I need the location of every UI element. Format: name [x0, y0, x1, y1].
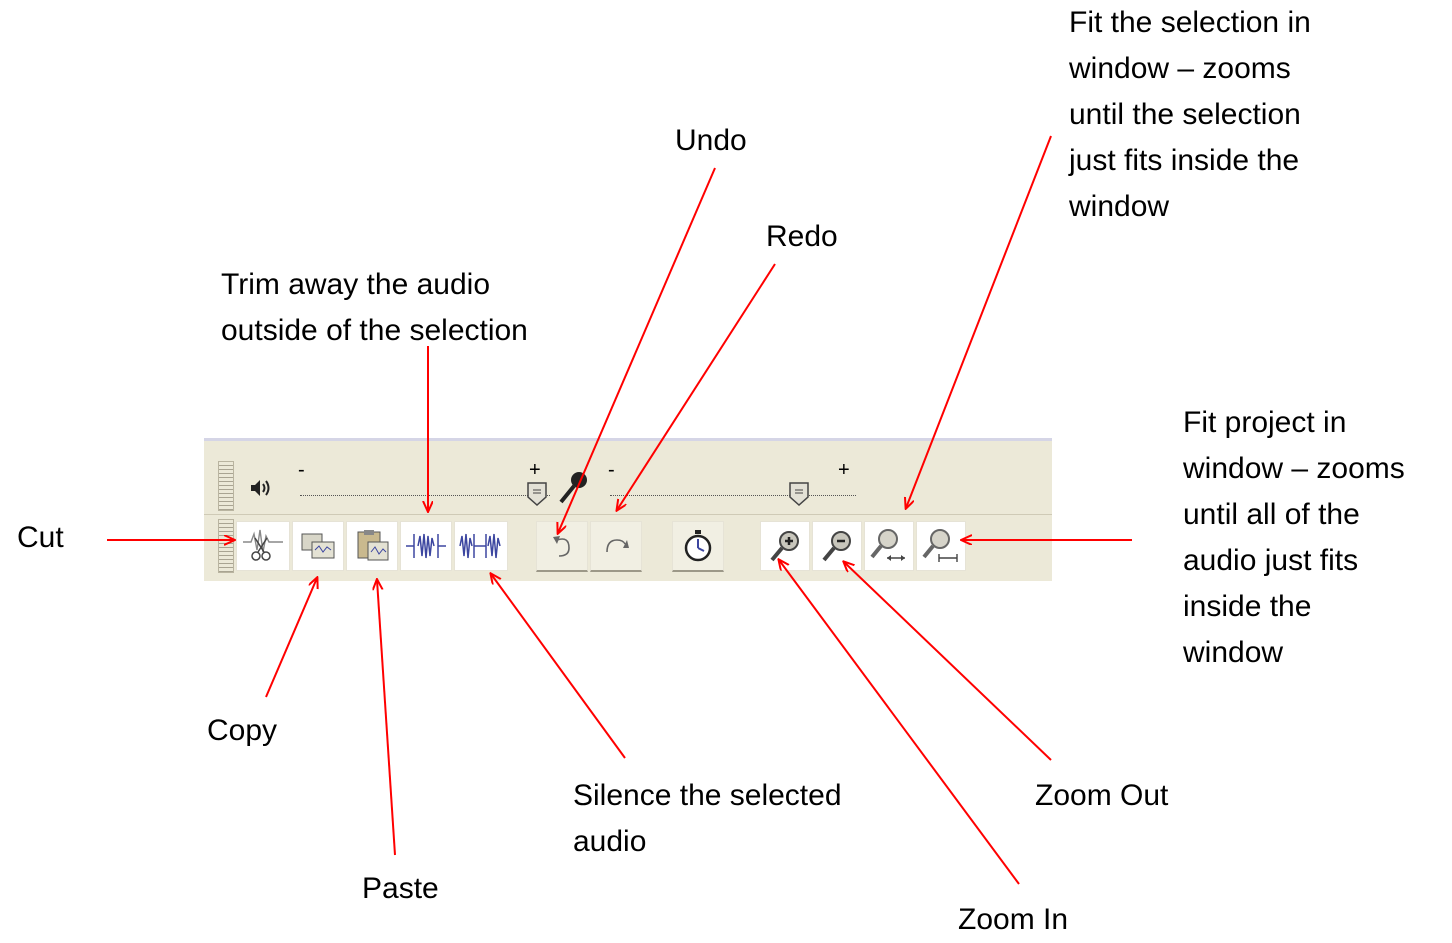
arrow-fit-selection	[906, 135, 1052, 508]
arrow-paste	[377, 580, 396, 856]
annotation-arrows	[107, 135, 1132, 885]
arrow-zoom-in	[779, 560, 1020, 885]
arrow-zoom-out	[844, 562, 1052, 761]
arrow-silence	[491, 574, 626, 759]
arrow-copy	[265, 578, 317, 698]
arrow-redo	[617, 263, 776, 510]
